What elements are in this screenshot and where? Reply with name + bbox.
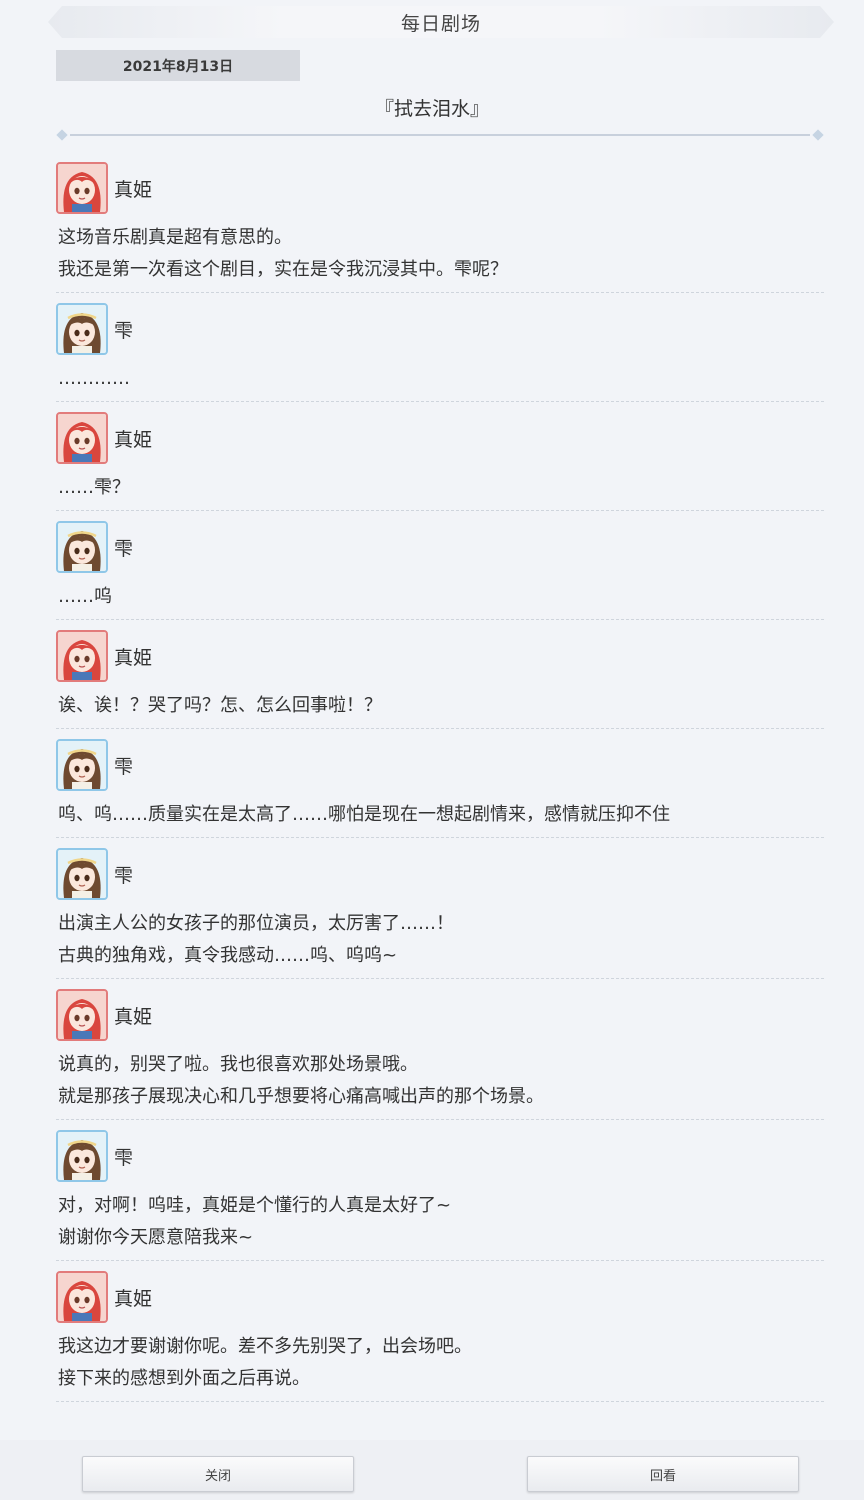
maki-avatar-icon: [56, 412, 108, 464]
dialog-line: 古典的独角戏，真令我感动……呜、呜呜~: [58, 945, 398, 966]
speaker-name: 雫: [114, 319, 134, 342]
speaker-row: 雫: [56, 303, 824, 355]
shizuku-avatar-icon: [56, 1130, 108, 1182]
maki-avatar-icon: [56, 989, 108, 1041]
dialog-entry: 雫 …………: [56, 303, 824, 402]
dialog-line: 诶、诶！？哭了吗？怎、怎么回事啦！？: [58, 695, 382, 716]
review-button[interactable]: 回看: [527, 1456, 799, 1492]
dialog-line: 对，对啊！呜哇，真姫是个懂行的人真是太好了~: [58, 1195, 452, 1216]
speaker-row: 真姫: [56, 989, 824, 1041]
shizuku-avatar-icon: [56, 848, 108, 900]
speaker-name: 雫: [114, 864, 134, 887]
speaker-row: 真姫: [56, 630, 824, 682]
shizuku-avatar-icon: [56, 303, 108, 355]
maki-avatar-icon: [56, 630, 108, 682]
dialog-line: 呜、呜……质量实在是太高了……哪怕是现在一想起剧情来，感情就压抑不住: [58, 804, 670, 825]
dialog-entry: 真姫说真的，别哭了啦。我也很喜欢那处场景哦。就是那孩子展现决心和几乎想要将心痛高…: [56, 989, 824, 1120]
maki-avatar-icon: [56, 162, 108, 214]
story-title: 『拭去泪水』: [374, 98, 489, 120]
dialog-list[interactable]: 真姫 这场音乐剧真是超有意思的。 我还是第一次看这个剧目，实在是令我沉浸其中。雫呢？…: [56, 152, 824, 1402]
dialog-entry: 真姫这场音乐剧真是超有意思的。我还是第一次看这个剧目，实在是令我沉浸其中。雫呢？: [56, 162, 824, 293]
speaker-name: 真姫: [114, 428, 153, 451]
speaker-name: 真姫: [114, 1005, 153, 1028]
divider-diamond-icon: [812, 129, 824, 141]
speaker-row: 雫: [56, 1130, 824, 1182]
dialog-entry: 雫出演主人公的女孩子的那位演员，太厉害了……！ 古典的独角戏，真令我感动……呜、呜…: [56, 848, 824, 979]
dialog-line: 这场音乐剧真是超有意思的。: [58, 227, 292, 248]
dialog-line: …………: [58, 368, 130, 389]
dialog-entry: 雫呜、呜……质量实在是太高了……哪怕是现在一想起剧情来，感情就压抑不住: [56, 739, 824, 838]
header-title: 每日剧场: [400, 12, 481, 35]
dialog-line: 接下来的感想到外面之后再说。: [58, 1368, 310, 1389]
speaker-row: 雫: [56, 521, 824, 573]
shizuku-avatar-icon: [56, 739, 108, 791]
dialog-entry: 雫对，对啊！呜哇，真姫是个懂行的人真是太好了~ 谢谢你今天愿意陪我来~: [56, 1130, 824, 1261]
dialog-line: 我这边才要谢谢你呢。差不多先别哭了，出会场吧。: [58, 1336, 472, 1357]
speaker-name: 雫: [114, 537, 134, 560]
speaker-name: 雫: [114, 1146, 134, 1169]
speaker-name: 真姫: [114, 646, 153, 669]
speaker-name: 真姫: [114, 1287, 153, 1310]
dialog-line: 就是那孩子展现决心和几乎想要将心痛高喊出声的那个场景。: [58, 1086, 544, 1107]
speaker-row: 真姫: [56, 1271, 824, 1323]
dialog-entry: 真姫诶、诶！？哭了吗？怎、怎么回事啦！？: [56, 630, 824, 729]
maki-avatar-icon: [56, 1271, 108, 1323]
dialog-line: ……呜: [58, 586, 112, 607]
speaker-name: 雫: [114, 755, 134, 778]
footer-bar: 关闭 回看: [0, 1440, 864, 1500]
header-bar: 每日剧场: [48, 6, 834, 38]
dialog-entry: 雫 ……呜: [56, 521, 824, 620]
dialog-entry: 真姫我这边才要谢谢你呢。差不多先别哭了，出会场吧。 接下来的感想到外面之后再说。: [56, 1271, 824, 1402]
speaker-name: 真姫: [114, 178, 153, 201]
speaker-row: 真姫: [56, 162, 824, 214]
speaker-row: 雫: [56, 848, 824, 900]
dialog-line: 出演主人公的女孩子的那位演员，太厉害了……！: [58, 913, 454, 934]
dialog-line: 谢谢你今天愿意陪我来~: [58, 1227, 254, 1248]
speaker-row: 雫: [56, 739, 824, 791]
dialog-line: ……雫？: [58, 477, 130, 498]
title-divider: [56, 129, 824, 141]
dialog-line: 说真的，别哭了啦。我也很喜欢那处场景哦。: [58, 1054, 418, 1075]
speaker-row: 真姫: [56, 412, 824, 464]
close-button[interactable]: 关闭: [82, 1456, 354, 1492]
divider-diamond-icon: [56, 129, 68, 141]
dialog-entry: 真姫 ……雫？: [56, 412, 824, 511]
shizuku-avatar-icon: [56, 521, 108, 573]
dialog-line: 我还是第一次看这个剧目，实在是令我沉浸其中。雫呢？: [58, 259, 508, 280]
date-badge: 2021年8月13日: [56, 50, 300, 81]
